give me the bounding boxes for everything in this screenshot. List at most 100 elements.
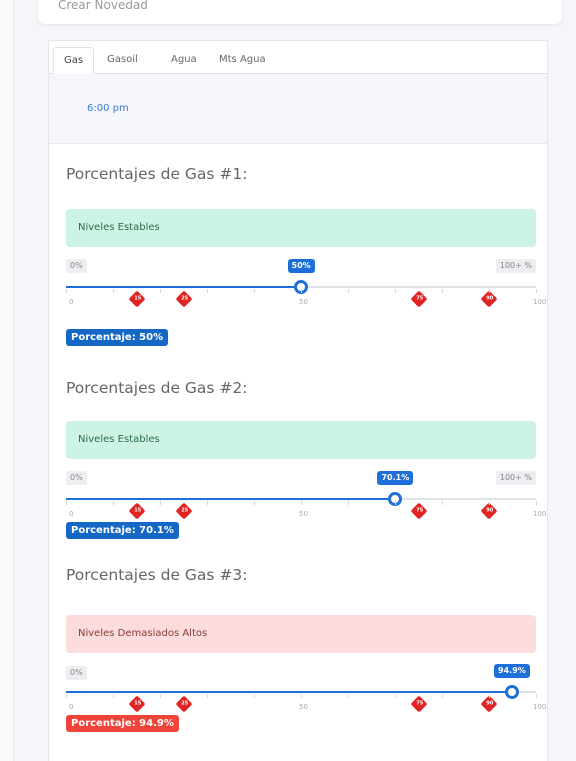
threshold-marker-icon: 75 bbox=[410, 695, 427, 713]
time-display[interactable]: 6:00 pm bbox=[87, 103, 129, 114]
left-sidebar-edge bbox=[0, 0, 14, 761]
tick-mark bbox=[254, 501, 255, 505]
main-panel: Gas Gasoil Agua Mts Agua 6:00 pm Porcent… bbox=[48, 40, 548, 761]
tick-label: 50 bbox=[299, 703, 308, 711]
tick-label: 0 bbox=[69, 510, 74, 518]
tick-mark bbox=[301, 289, 302, 293]
time-strip: 6:00 pm bbox=[49, 74, 547, 144]
page-title: Crear Novedad bbox=[58, 0, 148, 12]
tick-mark bbox=[254, 289, 255, 293]
tick-label: 100 bbox=[533, 298, 547, 306]
tick-mark bbox=[207, 501, 208, 505]
tick-mark bbox=[395, 694, 396, 698]
status-alert: Niveles Estables bbox=[66, 421, 536, 459]
percentage-badge: Porcentaje: 50% bbox=[66, 329, 169, 346]
status-alert: Niveles Estables bbox=[66, 209, 536, 247]
threshold-marker-icon: 25 bbox=[175, 695, 192, 713]
tick-mark bbox=[113, 501, 114, 505]
tick-mark bbox=[348, 694, 349, 698]
tick-mark bbox=[536, 501, 537, 505]
tick-label: 0 bbox=[69, 298, 74, 306]
tab-bar: Gas Gasoil Agua Mts Agua bbox=[49, 41, 547, 74]
slider-fill bbox=[66, 498, 396, 500]
tick-mark bbox=[348, 289, 349, 293]
header-card: Crear Novedad bbox=[38, 0, 562, 24]
marker-label: 90 bbox=[486, 700, 494, 707]
marker-label: 25 bbox=[180, 295, 188, 302]
threshold-marker-icon: 75 bbox=[410, 502, 427, 520]
tick-label: 100 bbox=[533, 703, 547, 711]
marker-label: 15 bbox=[133, 700, 141, 707]
slider-track[interactable] bbox=[66, 498, 536, 500]
section-title: Porcentajes de Gas #2: bbox=[66, 379, 248, 397]
marker-label: 15 bbox=[133, 507, 141, 514]
marker-label: 75 bbox=[415, 507, 423, 514]
tick-mark bbox=[66, 289, 67, 293]
percentage-badge: Porcentaje: 94.9% bbox=[66, 715, 179, 732]
tick-mark bbox=[113, 694, 114, 698]
tick-label: 50 bbox=[299, 510, 308, 518]
tab-agua[interactable]: Agua bbox=[161, 47, 207, 74]
tick-mark bbox=[254, 694, 255, 698]
threshold-marker-icon: 15 bbox=[128, 695, 145, 713]
tick-mark bbox=[442, 694, 443, 698]
threshold-marker-icon: 25 bbox=[175, 502, 192, 520]
tick-mark bbox=[160, 289, 161, 293]
tick-mark bbox=[160, 501, 161, 505]
tick-mark bbox=[395, 501, 396, 505]
tab-mts-agua[interactable]: Mts Agua bbox=[209, 47, 276, 74]
tick-mark bbox=[348, 501, 349, 505]
slider-track[interactable] bbox=[66, 691, 536, 693]
slider-fill bbox=[66, 286, 301, 288]
marker-label: 25 bbox=[180, 507, 188, 514]
status-alert: Niveles Demasiados Altos bbox=[66, 615, 536, 653]
slider-fill bbox=[66, 691, 513, 693]
marker-label: 75 bbox=[415, 295, 423, 302]
threshold-marker-icon: 75 bbox=[410, 290, 427, 308]
marker-label: 15 bbox=[133, 295, 141, 302]
tick-mark bbox=[66, 501, 67, 505]
tick-mark bbox=[442, 289, 443, 293]
tick-mark bbox=[536, 694, 537, 698]
tick-label: 100 bbox=[533, 510, 547, 518]
max-label: 100+ % bbox=[495, 471, 536, 485]
tick-mark bbox=[301, 501, 302, 505]
tick-label: 50 bbox=[299, 298, 308, 306]
threshold-marker-icon: 25 bbox=[175, 290, 192, 308]
marker-label: 90 bbox=[486, 295, 494, 302]
value-bubble: 94.9% bbox=[494, 664, 530, 678]
threshold-marker-icon: 90 bbox=[480, 695, 498, 713]
tick-mark bbox=[536, 289, 537, 293]
percentage-badge: Porcentaje: 70.1% bbox=[66, 522, 179, 539]
tick-mark bbox=[207, 289, 208, 293]
tick-mark bbox=[207, 694, 208, 698]
marker-label: 75 bbox=[415, 700, 423, 707]
threshold-marker-icon: 90 bbox=[480, 502, 498, 520]
section-title: Porcentajes de Gas #1: bbox=[66, 165, 248, 183]
tick-mark bbox=[160, 694, 161, 698]
tick-mark bbox=[442, 501, 443, 505]
tab-gasoil[interactable]: Gasoil bbox=[97, 47, 148, 74]
section-title: Porcentajes de Gas #3: bbox=[66, 566, 248, 584]
min-label: 0% bbox=[66, 666, 87, 680]
tick-mark bbox=[489, 694, 490, 698]
min-label: 0% bbox=[66, 471, 87, 485]
marker-label: 25 bbox=[180, 700, 188, 707]
marker-label: 90 bbox=[486, 507, 494, 514]
value-bubble: 70.1% bbox=[377, 471, 414, 485]
tick-mark bbox=[301, 694, 302, 698]
tick-mark bbox=[395, 289, 396, 293]
slider-handle[interactable] bbox=[505, 685, 520, 699]
value-bubble: 50% bbox=[287, 259, 315, 273]
threshold-marker-icon: 15 bbox=[128, 290, 145, 308]
threshold-marker-icon: 90 bbox=[480, 290, 498, 308]
max-label: 100+ % bbox=[495, 259, 536, 273]
tick-label: 0 bbox=[69, 703, 74, 711]
tick-mark bbox=[113, 289, 114, 293]
tick-mark bbox=[489, 501, 490, 505]
tick-mark bbox=[489, 289, 490, 293]
min-label: 0% bbox=[66, 259, 87, 273]
tick-mark bbox=[66, 694, 67, 698]
threshold-marker-icon: 15 bbox=[128, 502, 145, 520]
tab-gas[interactable]: Gas bbox=[53, 47, 95, 74]
